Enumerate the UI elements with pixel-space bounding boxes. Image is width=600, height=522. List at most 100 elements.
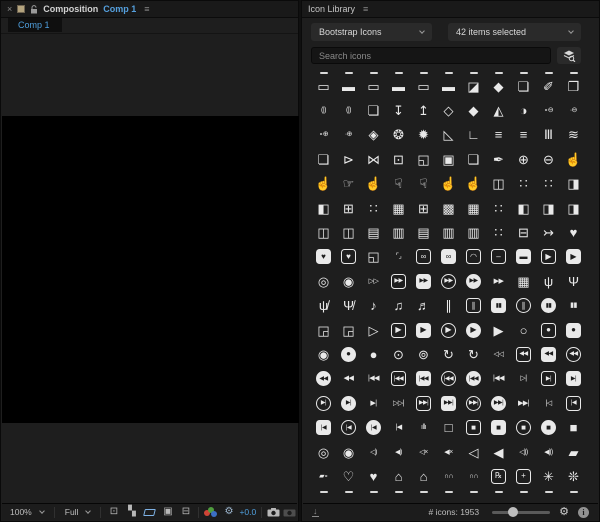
icon-layout-sidebar-reverse[interactable]: ◨ [536,196,561,220]
icon-postcard-heart[interactable]: ♥ [336,245,361,269]
icon-skip-start-circle-fill[interactable]: |◀ [361,415,386,439]
icon-layout-text-window[interactable]: ▤ [411,220,436,244]
icon-volume-down-fill[interactable]: ◀) [386,440,411,464]
icon-sliders2[interactable]: ≡ [511,123,536,147]
icon-volume-mute[interactable]: ◁× [411,440,436,464]
icon-skip-backward-circle[interactable]: |◀◀ [436,367,461,391]
icon-rulers[interactable]: ∟ [461,123,486,147]
icon-repeat-1[interactable]: ↻ [461,342,486,366]
icon-rewind-btn[interactable]: ◀◀ [511,342,536,366]
icon-sign-merge[interactable]: ↣ [536,220,561,244]
icon-film[interactable]: ▦ [511,269,536,293]
icon-record-circle[interactable]: ◉ [311,342,336,366]
icon-grid-fill[interactable]: ▦ [461,196,486,220]
icon-volume-off[interactable]: ◁ [461,440,486,464]
icon-skip-backward-btn-fill[interactable]: |◀◀ [411,367,436,391]
icon-skip-start-btn-fill[interactable]: |◀ [311,415,336,439]
icon-skip-backward[interactable]: |◀◀ [361,367,386,391]
icon-soundwave[interactable]: ıllı [411,415,436,439]
icon-layers[interactable]: ◇ [436,98,461,122]
icon-record[interactable]: ○ [511,318,536,342]
reset-exposure-icon[interactable]: ⚙ [221,507,236,517]
icon-stack[interactable]: ≋ [561,123,586,147]
icon-back[interactable]: ❏ [511,74,536,98]
icon-easel3[interactable]: ▭ [411,74,436,98]
icon-skip-start-btn[interactable]: |◀ [561,391,586,415]
icon-skip-forward-circle[interactable]: ▶▶| [461,391,486,415]
icon-grid-2x2[interactable]: ∷ [536,172,561,196]
icon-repeat[interactable]: ↻ [436,342,461,366]
icon-skip-end-circle-fill[interactable]: ▶| [336,391,361,415]
icon-fast-forward-btn-fill[interactable]: ▶▶ [411,269,436,293]
icon-rewind-fill[interactable]: ◀◀ [336,367,361,391]
icon-prescription[interactable]: ℞ [486,464,511,488]
icon-layout-wtf[interactable]: ◨ [561,172,586,196]
icon-music-note[interactable]: ♪ [361,294,386,318]
icon-skip-forward[interactable]: ▷▷| [386,391,411,415]
region-of-interest-icon[interactable]: ▣ [160,507,175,517]
lock-icon[interactable] [30,5,38,14]
snapshot-camera-icon[interactable] [267,508,280,517]
icon-play-btn-fill[interactable]: ▶ [411,318,436,342]
icon-play-circle-fill[interactable]: ▶ [461,318,486,342]
icon-hand-thumbs-down-fill[interactable]: ☟ [411,172,436,196]
icon-hospital-fill[interactable]: ⌂ [411,464,436,488]
search-filter-button[interactable] [557,47,581,64]
icon-fast-forward-circle-fill[interactable]: ▶▶ [461,269,486,293]
grid-options-icon[interactable]: ⊡ [106,507,121,517]
icon-volume-up[interactable]: ◁)) [511,440,536,464]
icon-skip-end-fill[interactable]: ▶| [361,391,386,415]
icon-record-fill[interactable]: ● [361,342,386,366]
icon-layers-half[interactable]: ◭ [486,98,511,122]
icon-cassette[interactable]: ∞ [411,245,436,269]
icon-grid-3x3-gap-fill[interactable]: ▦ [386,196,411,220]
magnification-dropdown[interactable]: 100% [5,505,49,520]
icon-virus2[interactable]: ❊ [561,464,586,488]
icon-skip-end-circle[interactable]: ▶| [311,391,336,415]
icon-play-fill[interactable]: ▶ [486,318,511,342]
search-input[interactable] [311,47,551,64]
close-icon[interactable]: × [7,4,12,14]
icon-layout-sidebar-inset[interactable]: ◧ [311,196,336,220]
icon-palette[interactable]: ❂ [386,123,411,147]
icon-stop-btn-fill[interactable]: ■ [486,415,511,439]
icon-hand-thumbs-up-fill[interactable]: ☝ [311,172,336,196]
icon-stop[interactable]: □ [436,415,461,439]
icon-vector-pen[interactable]: ✒ [486,147,511,171]
icon-mic[interactable]: ψ [536,269,561,293]
icon-hand-thumbs-up-fill-2[interactable]: ☝ [461,172,486,196]
composition-viewport[interactable] [2,116,299,423]
show-channels-icon[interactable] [204,507,218,518]
icon-table[interactable]: ⊞ [411,196,436,220]
icon-layout-text-window-reverse[interactable]: ▥ [436,220,461,244]
icon-node-plus-fill[interactable]: ∙⊕ [336,123,361,147]
icon-fast-forward[interactable]: ▷▷ [361,269,386,293]
icon-record-btn[interactable]: ● [536,318,561,342]
icon-easel2[interactable]: ▭ [361,74,386,98]
icon-input-text[interactable]: ▣ [436,147,461,171]
icon-skip-start-fill[interactable]: |◀ [386,415,411,439]
icon-record2-fill[interactable]: ⊚ [411,342,436,366]
icon-pause[interactable]: ∥ [436,294,461,318]
icon-mic-fill[interactable]: Ψ [561,269,586,293]
icon-hand-thumbs-up-2[interactable]: ☝ [436,172,461,196]
icon-grid-1x2[interactable]: ◫ [486,172,511,196]
icon-prescription2[interactable]: + [511,464,536,488]
icon-pause-btn-fill[interactable]: ▮▮ [486,294,511,318]
icon-distribute-vertical[interactable]: ↧ [386,98,411,122]
icon-play[interactable]: ▷ [361,318,386,342]
icon-skip-forward-fill[interactable]: ▶▶| [511,391,536,415]
icon-image-fill[interactable]: ◱ [361,245,386,269]
icon-hospital[interactable]: ⌂ [386,464,411,488]
icon-music-note-list[interactable]: ♬ [411,294,436,318]
icon-stop-fill[interactable]: ■ [561,415,586,439]
icon-pause-btn[interactable]: ∥ [461,294,486,318]
icon-volume-mute-fill[interactable]: ◀× [436,440,461,464]
icon-layout-three-columns[interactable]: ◫ [336,220,361,244]
icon-record-circle-fill[interactable]: ● [336,342,361,366]
icon-mic-mute-fill[interactable]: Ψ̸ [336,294,361,318]
icon-hand-thumbs-up[interactable]: ☝ [361,172,386,196]
icon-rewind-circle-fill[interactable]: ◀◀ [311,367,336,391]
icon-layout-text-sidebar[interactable]: ▤ [361,220,386,244]
icon-sliders[interactable]: ≡ [486,123,511,147]
